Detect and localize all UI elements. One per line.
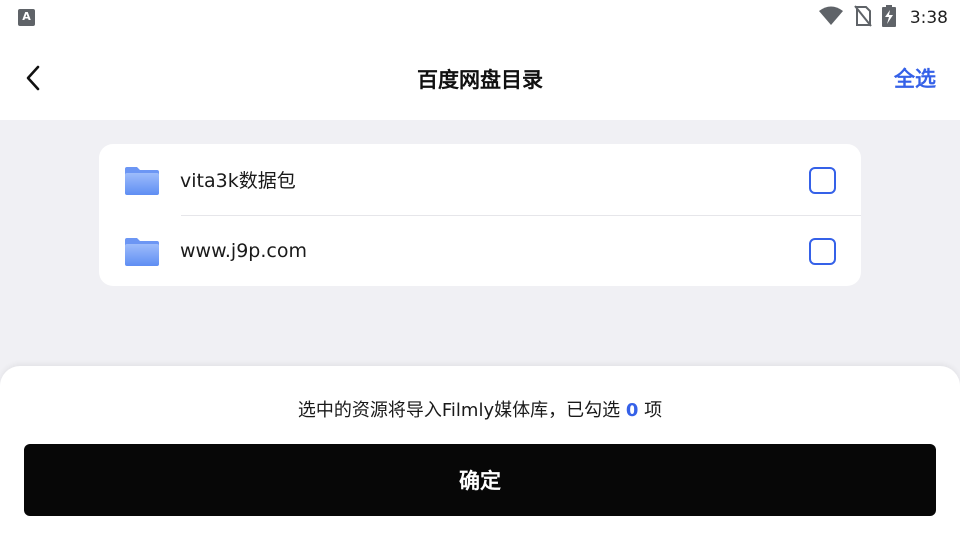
list-item[interactable]: vita3k数据包	[99, 144, 861, 215]
folder-icon	[125, 238, 159, 266]
no-sim-icon	[854, 5, 872, 31]
folder-icon	[125, 167, 159, 195]
selection-info: 选中的资源将导入Filmly媒体库，已勾选 0 项	[0, 396, 960, 422]
status-bar: A 3:38	[0, 0, 960, 36]
confirm-button[interactable]: 确定	[24, 444, 936, 516]
select-all-button[interactable]: 全选	[894, 63, 936, 93]
folder-list: vita3k数据包 www.j9p.com	[99, 144, 861, 286]
page-title: 百度网盘目录	[417, 68, 543, 92]
item-checkbox[interactable]	[809, 167, 836, 194]
list-item-label: www.j9p.com	[180, 239, 307, 262]
selected-count: 0	[625, 400, 639, 421]
status-icons: 3:38	[818, 5, 948, 31]
header: 百度网盘目录 全选	[0, 36, 960, 120]
battery-charging-icon	[881, 5, 896, 31]
list-item[interactable]: www.j9p.com	[99, 215, 861, 286]
wifi-icon	[818, 6, 844, 30]
bottom-sheet: 选中的资源将导入Filmly媒体库，已勾选 0 项 确定	[0, 366, 960, 540]
selection-info-prefix: 选中的资源将导入Filmly媒体库，已勾选	[297, 400, 621, 421]
list-item-label: vita3k数据包	[180, 170, 296, 192]
clock: 3:38	[909, 8, 948, 28]
selection-info-suffix: 项	[644, 400, 663, 421]
app-notification-icon: A	[18, 9, 35, 26]
item-checkbox[interactable]	[809, 238, 836, 265]
